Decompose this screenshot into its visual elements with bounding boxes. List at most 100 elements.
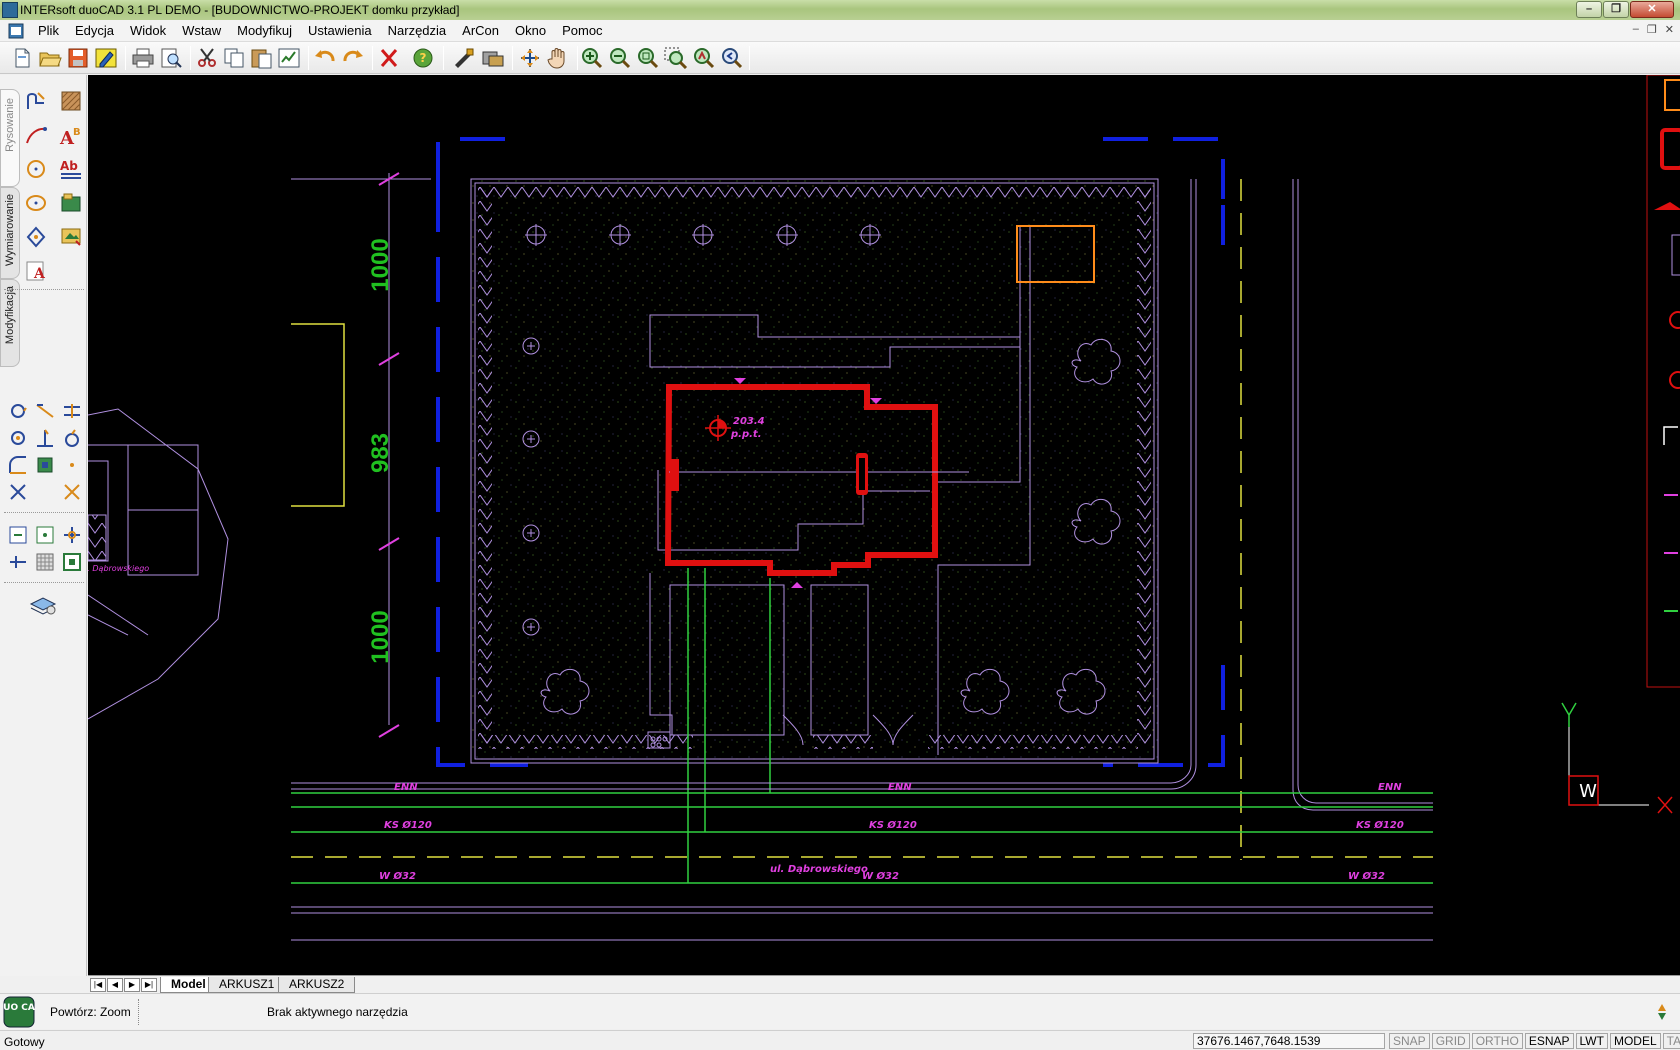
toggle-ortho[interactable]: ORTHO [1471,1033,1523,1049]
enn-label-mid: ENN [888,782,912,793]
sheet-tab-strip: |◀ ◀ ▶ ▶| Model ARKUSZ1 ARKUSZ2 [88,975,1680,993]
layer-manager-icon[interactable] [29,594,59,618]
arc-icon[interactable] [24,123,48,147]
menu-edycja[interactable]: Edycja [67,23,122,39]
copy-icon[interactable] [222,47,246,69]
menu-narzedzia[interactable]: Narzędzia [380,23,455,39]
document-icon[interactable] [8,23,24,39]
doc-close-button[interactable]: ✕ [1665,23,1674,36]
circle-icon[interactable] [24,157,48,181]
repeat-command-text[interactable]: Powtórz: Zoom [50,1005,131,1019]
rotate-copy-icon[interactable] [60,426,84,450]
enn-label-left: ENN [394,782,418,793]
pan-realtime-icon[interactable] [518,47,542,69]
prev-sheet-button[interactable]: ◀ [107,978,123,992]
toggle-grid[interactable]: GRID [1431,1033,1470,1049]
print-icon[interactable] [131,47,155,69]
dimension-1000-top: 1000 [367,238,394,291]
ellipse-icon[interactable] [24,191,48,215]
perpendicular-icon[interactable] [33,426,57,450]
svg-text:Ab: Ab [60,159,78,173]
tab-rysowanie[interactable]: Rysowanie [0,89,20,187]
maximize-button[interactable]: ❐ [1603,1,1629,18]
snap-intersection-icon[interactable] [60,523,84,547]
zoom-all-icon[interactable] [692,47,716,69]
region-icon[interactable] [33,453,57,477]
zoom-out-icon[interactable] [608,47,632,69]
menu-modyfikuj[interactable]: Modyfikuj [229,23,300,39]
polygon-icon[interactable] [24,225,48,249]
close-icon: ✕ [1647,3,1657,15]
toggle-esnap[interactable]: ESNAP [1524,1033,1574,1049]
center-mark-icon[interactable] [6,426,30,450]
point-icon[interactable] [60,453,84,477]
last-sheet-button[interactable]: ▶| [141,978,157,992]
menu-plik[interactable]: Plik [30,23,67,39]
properties-icon[interactable] [277,47,301,69]
snap-perpendicular-icon[interactable] [6,550,30,574]
svg-text:?: ? [420,51,427,65]
toggle-model[interactable]: MODEL [1609,1033,1661,1049]
redo-icon[interactable] [341,47,365,69]
text-style-icon[interactable]: AB [59,123,83,149]
rotate-icon[interactable] [6,399,30,423]
snap-midpoint-icon[interactable] [33,523,57,547]
toggle-lwt[interactable]: LWT [1575,1033,1608,1049]
zoom-extents-icon[interactable] [636,47,660,69]
trim-icon[interactable] [6,480,30,504]
new-file-icon[interactable] [10,47,34,69]
toggle-snap[interactable]: SNAP [1389,1033,1430,1049]
snap-grid-icon[interactable] [33,550,57,574]
delete-icon[interactable] [377,47,401,69]
edit-icon[interactable] [94,47,118,69]
line-tool-icon[interactable] [33,399,57,423]
hatch-icon[interactable] [59,89,83,113]
next-sheet-button[interactable]: ▶ [124,978,140,992]
fillet-icon[interactable] [6,453,30,477]
first-sheet-button[interactable]: |◀ [90,978,106,992]
close-button[interactable]: ✕ [1630,1,1674,18]
tab-wymiarowanie[interactable]: Wymiarowanie [0,187,20,279]
offset-icon[interactable] [60,399,84,423]
menu-widok[interactable]: Widok [122,23,174,39]
insert-block-icon[interactable] [59,191,83,215]
snap-endpoint-icon[interactable] [6,523,30,547]
doc-restore-button[interactable]: ❐ [1647,23,1657,36]
tab-modyfikacja[interactable]: Modyfikacja [0,279,20,367]
menu-wstaw[interactable]: Wstaw [174,23,229,39]
help-icon[interactable]: ? [411,47,435,69]
polyline-icon[interactable] [24,89,48,113]
drawing-canvas[interactable]: ul. Dąbrowskiego 1000 983 1000 [88,75,1680,976]
doc-minimize-button[interactable]: – [1633,23,1639,36]
app-icon[interactable] [2,2,18,18]
toggle-tablet[interactable]: TABLET [1662,1033,1680,1049]
insert-image-icon[interactable] [59,225,83,249]
tab-arkusz2[interactable]: ARKUSZ2 [278,977,356,993]
snap-nearest-icon[interactable] [60,550,84,574]
zoom-window-icon[interactable] [664,47,688,70]
multiline-text-icon[interactable]: Ab [59,157,83,181]
undo-icon[interactable] [313,47,337,69]
text-frame-icon[interactable]: A [24,259,48,283]
command-line-icon[interactable] [1654,1003,1670,1021]
minimize-button[interactable]: – [1576,1,1602,18]
menu-bar: Plik Edycja Widok Wstaw Modyfikuj Ustawienia N… [0,20,1680,42]
cut-icon[interactable] [195,47,219,69]
enn-label-right: ENN [1378,782,1402,793]
tab-arkusz1[interactable]: ARKUSZ1 [208,977,286,993]
svg-text:A: A [33,266,46,282]
save-icon[interactable] [66,47,90,69]
zoom-previous-icon[interactable] [720,47,744,69]
erase-segment-icon[interactable] [60,480,84,504]
open-folder-icon[interactable] [38,47,62,69]
print-preview-icon[interactable] [159,47,183,69]
paste-icon[interactable] [249,47,273,69]
menu-arcon[interactable]: ArCon [454,23,507,39]
menu-ustawienia[interactable]: Ustawienia [300,23,380,39]
match-properties-icon[interactable] [452,47,476,69]
hand-pan-icon[interactable] [546,47,570,69]
zoom-in-icon[interactable] [580,47,604,69]
layers-icon[interactable] [481,47,505,69]
menu-okno[interactable]: Okno [507,23,554,39]
menu-pomoc[interactable]: Pomoc [554,23,610,39]
